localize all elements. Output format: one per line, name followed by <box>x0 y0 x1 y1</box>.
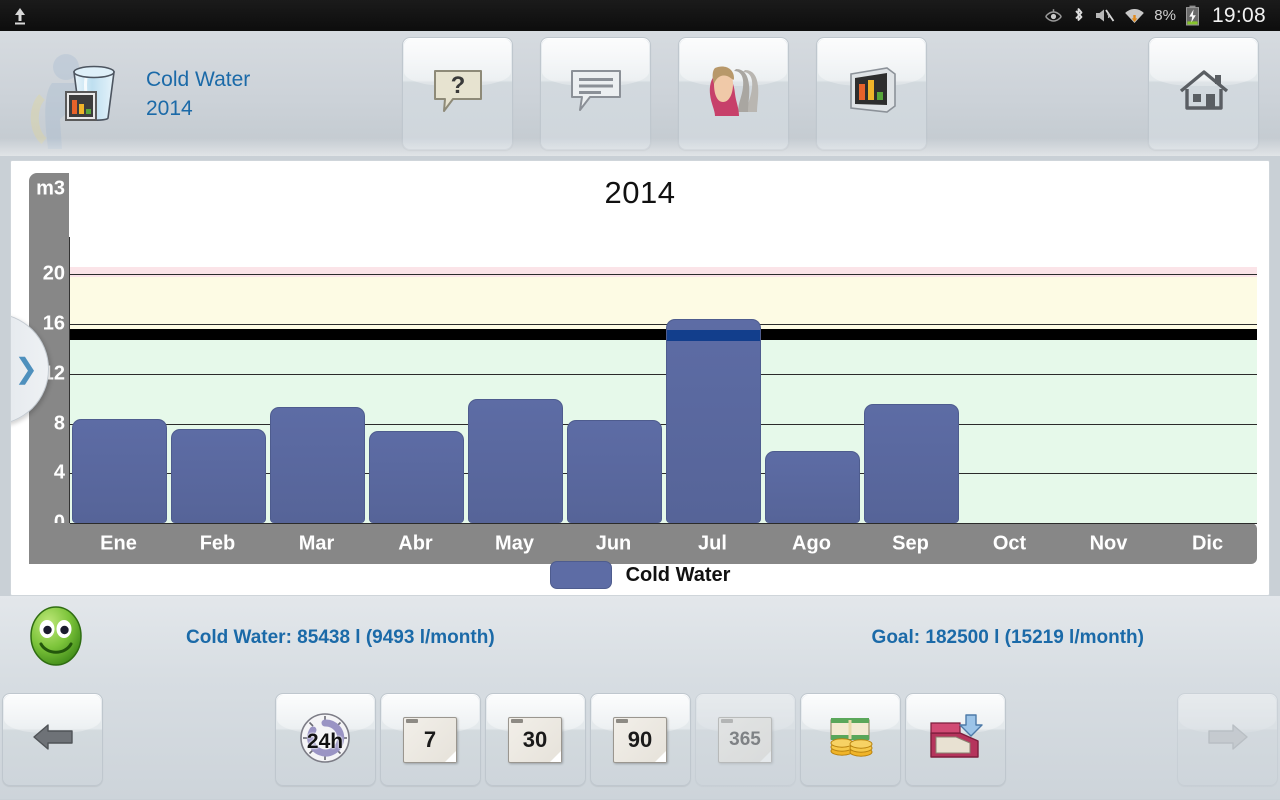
range-30-button[interactable]: 30 <box>484 693 586 786</box>
page-title: Cold Water <box>146 67 251 91</box>
range-90-button[interactable]: 90 <box>589 693 691 786</box>
cost-button[interactable] <box>799 693 901 786</box>
range-365-label: 365 <box>729 728 761 750</box>
calendar-icon: 30 <box>508 716 562 763</box>
legend-label: Cold Water <box>625 563 731 586</box>
people-profiles-icon <box>703 64 765 123</box>
header-button-group: ? <box>402 37 928 150</box>
x-axis-tick-label: Jun <box>595 532 632 554</box>
chart-panel: ❯ 2014 048121620m3 EneFebMarAbrMayJunJul… <box>10 160 1270 596</box>
bar-chart-screen-icon <box>843 64 901 123</box>
x-axis-tick-label: May <box>495 532 534 554</box>
arrow-left-icon <box>31 719 75 760</box>
header-title-block: Cold Water 2014 <box>132 65 250 123</box>
green-smiley-icon <box>26 605 86 672</box>
archive-download-icon <box>926 711 984 768</box>
calendar-icon: 7 <box>403 716 457 763</box>
legend-swatch <box>549 561 612 589</box>
battery-percent-label: 8% <box>1154 7 1176 24</box>
gridline <box>70 523 1257 524</box>
eye-icon <box>1044 8 1063 24</box>
x-axis-tick-label: Oct <box>992 532 1027 554</box>
range-90-label: 90 <box>627 726 653 752</box>
x-axis-tick-label: Dic <box>1191 532 1224 554</box>
chart-legend: Cold Water <box>11 561 1269 589</box>
question-bubble-icon: ? <box>431 67 485 120</box>
bar-over-goal-segment <box>667 329 760 341</box>
x-axis-tick-label: Ene <box>100 532 137 554</box>
range-7-button[interactable]: 7 <box>379 693 481 786</box>
svg-text:?: ? <box>450 72 465 99</box>
status-bar: 8% 19:08 <box>0 0 1280 31</box>
bar <box>864 403 959 523</box>
summary-bar: Cold Water: 85438 l (9493 l/month) Goal:… <box>0 596 1280 680</box>
upload-icon <box>12 6 28 26</box>
x-axis-tick-label: Feb <box>199 532 236 554</box>
x-axis-tick-label: Abr <box>398 532 433 554</box>
y-axis-tick-label: 16 <box>42 312 65 335</box>
bar <box>72 418 167 523</box>
help-button[interactable]: ? <box>402 37 514 150</box>
previous-period-button[interactable] <box>2 693 103 786</box>
range-button-group: 24h 7 30 90 365 <box>274 693 1006 786</box>
bar <box>369 430 464 523</box>
y-axis-tick-label: 20 <box>42 262 65 285</box>
bar <box>171 428 266 523</box>
goal-summary-label: Goal: 182500 l (15219 l/month) <box>871 627 1144 648</box>
y-axis-unit-label: m3 <box>36 177 65 200</box>
wifi-data-icon <box>1124 6 1145 25</box>
y-axis-tick-label: 4 <box>53 461 65 484</box>
export-button[interactable] <box>904 693 1006 786</box>
bar <box>765 450 860 523</box>
x-axis-tick-label: Ago <box>792 532 831 554</box>
x-axis-tick-label: Sep <box>892 532 929 554</box>
consumption-summary-label: Cold Water: 85438 l (9493 l/month) <box>186 627 495 648</box>
battery-charging-icon <box>1185 5 1200 26</box>
mute-icon <box>1094 7 1115 24</box>
arrow-right-icon <box>1206 719 1250 760</box>
money-coins-icon <box>821 711 879 768</box>
range-24h-button[interactable]: 24h <box>274 693 376 786</box>
home-button[interactable] <box>1148 37 1259 150</box>
clock-label: 19:08 <box>1211 3 1266 27</box>
next-period-button[interactable] <box>1177 693 1278 786</box>
home-icon <box>1178 68 1230 119</box>
comments-button[interactable] <box>540 37 652 150</box>
app-logo <box>0 31 132 156</box>
chart-plot-area: 048121620m3 EneFebMarAbrMayJunJulAgoSepO… <box>11 161 1269 595</box>
y-axis-tick-label: 8 <box>53 412 65 435</box>
bar <box>468 398 563 523</box>
status-bar-right: 8% 19:08 <box>1044 4 1266 28</box>
range-7-label: 7 <box>423 726 437 752</box>
chart-view-button[interactable] <box>816 37 928 150</box>
plot-canvas <box>69 237 1257 524</box>
water-glass-chart-icon <box>62 64 128 131</box>
calendar-icon: 90 <box>613 716 667 763</box>
range-365-button[interactable]: 365 <box>694 693 796 786</box>
users-button[interactable] <box>678 37 790 150</box>
range-24h-label: 24h <box>306 729 344 753</box>
bar-series <box>70 237 1257 523</box>
app-header: Cold Water 2014 ? <box>0 31 1280 156</box>
bar <box>270 407 365 523</box>
calendar-icon: 365 <box>718 716 772 763</box>
x-axis-tick-label: Jul <box>698 532 727 554</box>
page-subtitle: 2014 <box>146 96 193 120</box>
bluetooth-icon <box>1072 6 1085 25</box>
x-axis: Ene Feb Mar Abr May Jun Jul Ago Sep Oct Nov Dic <box>29 523 1257 564</box>
speech-bubble-icon <box>568 67 624 120</box>
clock-24h-icon: 24h <box>295 709 355 771</box>
bar <box>567 419 662 523</box>
bar <box>666 319 761 523</box>
range-30-label: 30 <box>522 726 548 752</box>
header-right-group <box>1148 37 1259 150</box>
x-axis-tick-label: Mar <box>298 532 335 554</box>
bottom-toolbar: 24h 7 30 90 365 <box>0 680 1280 799</box>
x-axis-tick-label: Nov <box>1089 532 1128 554</box>
status-bar-left <box>12 6 28 26</box>
